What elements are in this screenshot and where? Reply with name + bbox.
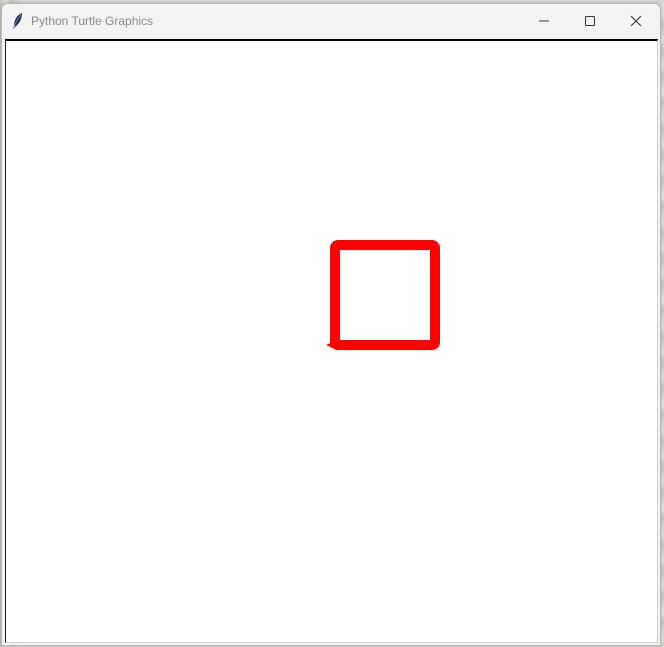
maximize-button[interactable] [567,4,613,38]
feather-icon [13,13,22,29]
close-icon [630,15,642,27]
window-title: Python Turtle Graphics [31,14,154,28]
turtle-canvas[interactable] [6,41,657,642]
turtle-canvas-frame [5,39,658,643]
minimize-button[interactable] [521,4,567,38]
minimize-icon [539,20,549,22]
title-bar[interactable]: Python Turtle Graphics [2,4,660,38]
turtle-window: Python Turtle Graphics [1,3,661,646]
close-button[interactable] [613,4,659,38]
drawn-square [330,240,440,350]
maximize-icon [585,16,595,26]
